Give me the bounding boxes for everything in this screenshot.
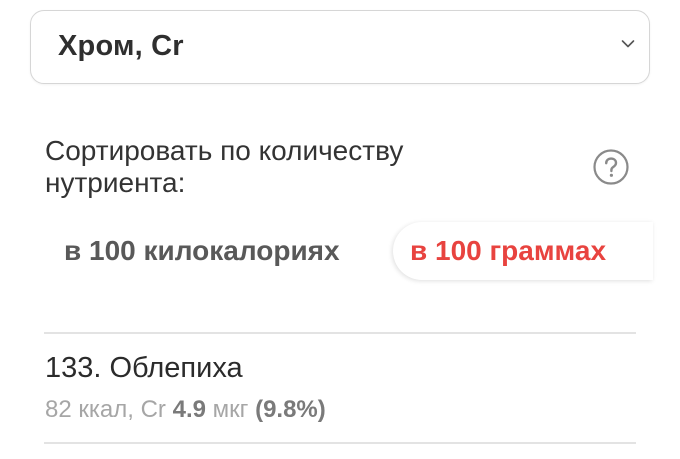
question-circle-icon[interactable] bbox=[592, 148, 630, 186]
sort-option-per-100-kcal[interactable]: в 100 килокалориях bbox=[64, 222, 340, 280]
divider bbox=[44, 442, 636, 444]
list-item-percent: (9.8%) bbox=[255, 396, 326, 423]
list-item-nutrient-symbol: Cr bbox=[140, 396, 166, 423]
list-item-details: 82 ккал, Cr 4.9 мкг (9.8%) bbox=[45, 396, 326, 424]
list-item-unit: мкг bbox=[212, 396, 249, 423]
chevron-down-icon bbox=[621, 40, 635, 48]
sort-label: Сортировать по количеству нутриента: bbox=[45, 135, 404, 198]
list-item-title[interactable]: 133. Облепиха bbox=[45, 352, 243, 385]
list-item-kcal: 82 ккал, bbox=[45, 396, 134, 423]
sort-option-per-100-grams[interactable]: в 100 граммах bbox=[393, 222, 653, 280]
divider bbox=[44, 332, 636, 334]
nutrient-ranking-page: Хром, Cr Сортировать по количеству нутри… bbox=[0, 0, 680, 459]
nutrient-select[interactable]: Хром, Cr bbox=[30, 10, 650, 84]
nutrient-select-value: Хром, Cr bbox=[58, 30, 184, 62]
list-item-amount: 4.9 bbox=[172, 396, 206, 423]
